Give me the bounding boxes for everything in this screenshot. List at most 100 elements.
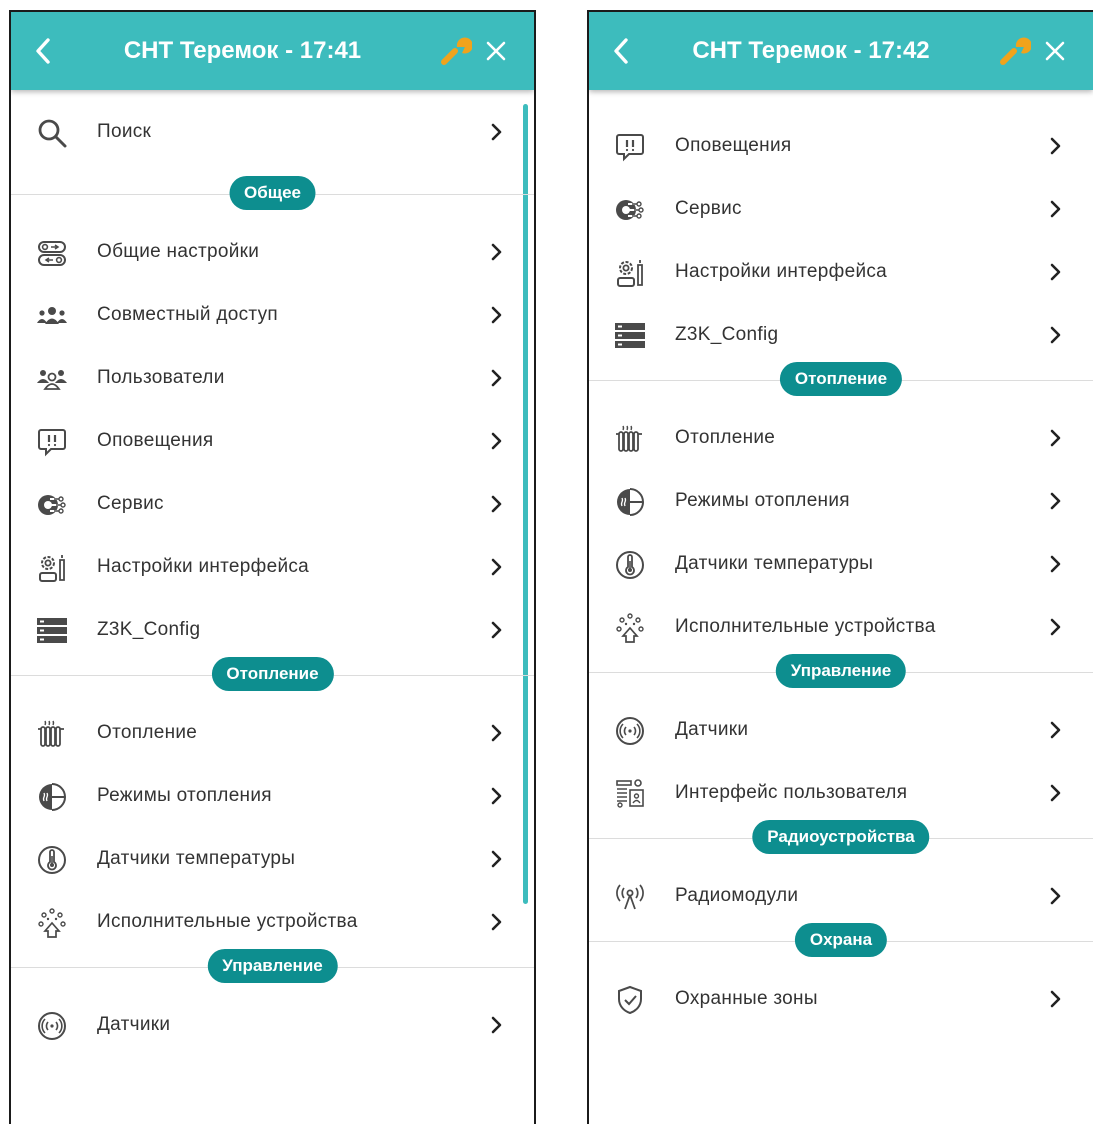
menu-item-сервис[interactable]: Сервис (589, 179, 1093, 239)
sensor-icon (36, 1010, 68, 1042)
chevron-right-icon (490, 786, 504, 806)
close-button[interactable] (478, 12, 514, 90)
menu-item-label: Радиомодули (675, 885, 799, 906)
actuator-icon (36, 907, 68, 939)
chevron-right-icon (1049, 262, 1063, 282)
close-icon (1045, 41, 1065, 61)
back-arrow-icon (614, 38, 628, 64)
wrench-button[interactable] (995, 12, 1035, 90)
settings-menu-list: Поиск Общее Общие настройки Совместный дост… (11, 90, 534, 1124)
menu-item-отопление[interactable]: Отопление (589, 408, 1093, 468)
menu-item-совместный-доступ[interactable]: Совместный доступ (11, 285, 534, 345)
menu-item-label: Поиск (97, 121, 152, 142)
menu-item-исполнительные-устройства[interactable]: Исполнительные устройства (11, 892, 534, 952)
chevron-right-icon (1049, 428, 1063, 448)
menu-item-интерфейс-пользователя[interactable]: Интерфейс пользователя (589, 763, 1093, 823)
menu-item-z3k-config[interactable]: Z3K_Config (589, 305, 1093, 365)
back-button[interactable] (601, 12, 641, 90)
chevron-right-icon (1049, 491, 1063, 511)
menu-item-label: Датчики (97, 1014, 171, 1035)
chevron-right-icon (490, 912, 504, 932)
menu-item-label: Совместный доступ (97, 304, 278, 325)
menu-item-z3k-config[interactable]: Z3K_Config (11, 600, 534, 660)
menu-item-режимы-отопления[interactable]: Режимы отопления (11, 766, 534, 826)
service-icon (36, 489, 68, 521)
chevron-right-icon (490, 723, 504, 743)
section-pill: Радиоустройства (752, 820, 930, 854)
section-header: Радиоустройства (589, 818, 1093, 858)
close-icon (486, 41, 506, 61)
server-icon (614, 320, 646, 352)
menu-item-режимы-отопления[interactable]: Режимы отопления (589, 471, 1093, 531)
chevron-right-icon (1049, 199, 1063, 219)
menu-item-label: Охранные зоны (675, 988, 818, 1009)
user-interface-icon (614, 778, 646, 810)
menu-item-охранные-зоны[interactable]: Охранные зоны (589, 969, 1093, 1029)
thermometer-icon (36, 844, 68, 876)
section-header: Управление (11, 947, 534, 987)
menu-item-label: Исполнительные устройства (675, 616, 936, 637)
chevron-right-icon (490, 305, 504, 325)
interface-settings-icon (36, 552, 68, 584)
menu-item-label: Датчики температуры (675, 553, 874, 574)
menu-item-настройки-интерфейса[interactable]: Настройки интерфейса (589, 242, 1093, 302)
chevron-right-icon (1049, 989, 1063, 1009)
radiator-icon (36, 718, 68, 750)
menu-item-label: Настройки интерфейса (97, 556, 310, 577)
heating-modes-icon (36, 781, 68, 813)
chevron-right-icon (490, 620, 504, 640)
wrench-button[interactable] (436, 12, 476, 90)
chevron-right-icon (490, 368, 504, 388)
notifications-icon (614, 131, 646, 163)
menu-item-оповещения[interactable]: Оповещения (589, 116, 1093, 176)
menu-item-label: Режимы отопления (97, 785, 272, 806)
back-button[interactable] (23, 12, 63, 90)
radiator-icon (614, 423, 646, 455)
chevron-right-icon (1049, 554, 1063, 574)
server-icon (36, 615, 68, 647)
chevron-right-icon (490, 557, 504, 577)
menu-item-радиомодули[interactable]: Радиомодули (589, 866, 1093, 926)
menu-item-общие-настройки[interactable]: Общие настройки (11, 222, 534, 282)
notifications-icon (36, 426, 68, 458)
chevron-right-icon (1049, 617, 1063, 637)
menu-item-датчики-температуры[interactable]: Датчики температуры (11, 829, 534, 889)
app-screen-right: СНТ Теремок - 17:42 Оповещения Сервис Наст… (587, 10, 1093, 1124)
chevron-right-icon (490, 431, 504, 451)
menu-item-отопление[interactable]: Отопление (11, 703, 534, 763)
menu-item-label: Отопление (675, 427, 776, 448)
heating-modes-icon (614, 486, 646, 518)
chevron-right-icon (1049, 136, 1063, 156)
menu-item-оповещения[interactable]: Оповещения (11, 411, 534, 471)
menu-item-label: Исполнительные устройства (97, 911, 358, 932)
menu-item-label: Сервис (97, 493, 164, 514)
app-header: СНТ Теремок - 17:42 (589, 12, 1093, 90)
menu-item-label: Отопление (97, 722, 198, 743)
search-item[interactable]: Поиск (11, 102, 534, 162)
back-arrow-icon (36, 38, 50, 64)
menu-item-label: Оповещения (97, 430, 214, 451)
menu-item-label: Оповещения (675, 135, 792, 156)
menu-item-настройки-интерфейса[interactable]: Настройки интерфейса (11, 537, 534, 597)
app-header: СНТ Теремок - 17:41 (11, 12, 534, 90)
menu-item-датчики[interactable]: Датчики (11, 995, 534, 1055)
close-button[interactable] (1037, 12, 1073, 90)
chevron-right-icon (490, 242, 504, 262)
chevron-right-icon (1049, 720, 1063, 740)
menu-item-label: Сервис (675, 198, 742, 219)
section-header: Общее (11, 174, 534, 214)
menu-item-сервис[interactable]: Сервис (11, 474, 534, 534)
menu-item-пользователи[interactable]: Пользователи (11, 348, 534, 408)
section-pill: Охрана (794, 923, 888, 957)
users-icon (36, 363, 68, 395)
section-pill: Общее (229, 176, 316, 210)
menu-item-label: Пользователи (97, 367, 225, 388)
menu-item-датчики-температуры[interactable]: Датчики температуры (589, 534, 1093, 594)
chevron-right-icon (490, 849, 504, 869)
menu-item-исполнительные-устройства[interactable]: Исполнительные устройства (589, 597, 1093, 657)
menu-item-label: Z3K_Config (97, 619, 201, 640)
menu-item-label: Настройки интерфейса (675, 261, 888, 282)
menu-item-датчики[interactable]: Датчики (589, 700, 1093, 760)
shared-access-icon (36, 300, 68, 332)
interface-settings-icon (614, 257, 646, 289)
